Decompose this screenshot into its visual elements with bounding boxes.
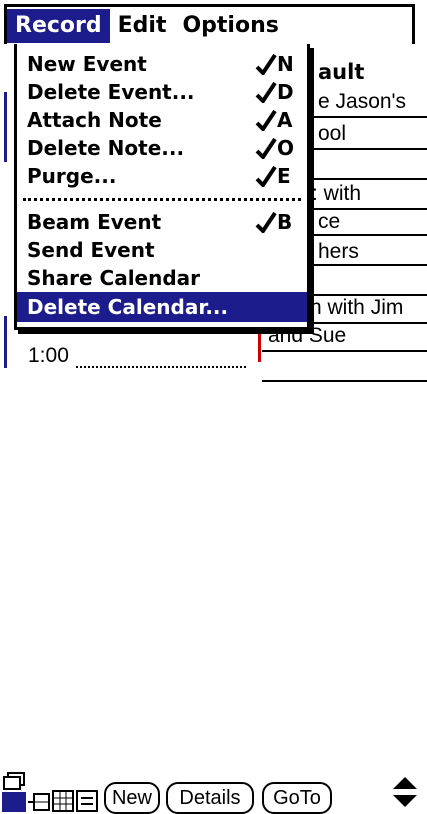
event-fragment[interactable]: ce <box>318 210 340 234</box>
event-fragment[interactable]: : with <box>312 182 361 206</box>
calendar-title-fragment: ault <box>318 60 365 84</box>
day-view-icon[interactable] <box>2 792 26 812</box>
event-fragment[interactable]: h with Jim <box>310 296 403 320</box>
details-button[interactable]: Details <box>166 782 254 814</box>
agenda-view-icon[interactable] <box>76 790 98 812</box>
menu-item-delete-note[interactable]: Delete Note... O <box>17 134 307 162</box>
menu-item-purge[interactable]: Purge... E <box>17 162 307 190</box>
goto-button[interactable]: GoTo <box>262 782 332 814</box>
scroll-up-icon[interactable] <box>392 776 418 790</box>
command-stroke-icon <box>255 165 277 187</box>
menu-record[interactable]: Record <box>7 8 110 43</box>
event-marker <box>258 334 261 362</box>
menu-item-share-calendar[interactable]: Share Calendar <box>17 264 307 292</box>
record-menu: New Event N Delete Event... D Attach Not… <box>14 44 310 330</box>
menu-options[interactable]: Options <box>174 9 286 43</box>
command-stroke-icon <box>255 53 277 75</box>
event-fragment[interactable]: hers <box>318 240 359 264</box>
menu-item-new-event[interactable]: New Event N <box>17 50 307 78</box>
command-stroke-icon <box>255 81 277 103</box>
new-button[interactable]: New <box>104 782 160 814</box>
command-stroke-icon <box>255 137 277 159</box>
menu-item-delete-event[interactable]: Delete Event... D <box>17 78 307 106</box>
time-marker <box>4 316 7 368</box>
menu-item-send-event[interactable]: Send Event <box>17 236 307 264</box>
menu-item-delete-calendar[interactable]: Delete Calendar... <box>17 292 307 322</box>
menu-item-attach-note[interactable]: Attach Note A <box>17 106 307 134</box>
menu-bar: Record Edit Options <box>4 4 415 44</box>
week-view-icon[interactable] <box>28 792 50 812</box>
menu-separator <box>23 198 301 201</box>
command-stroke-icon <box>255 211 277 233</box>
bottom-toolbar: New Details GoTo <box>0 384 427 814</box>
menu-edit[interactable]: Edit <box>110 9 175 43</box>
event-fragment[interactable]: ool <box>318 122 346 146</box>
event-fragment[interactable]: e Jason's <box>318 90 406 114</box>
time-label[interactable]: 1:00 <box>28 344 69 368</box>
month-view-icon[interactable] <box>52 790 74 812</box>
scroll-down-icon[interactable] <box>392 794 418 808</box>
command-stroke-icon <box>255 109 277 131</box>
menu-item-beam-event[interactable]: Beam Event B <box>17 208 307 236</box>
time-marker <box>4 92 7 162</box>
